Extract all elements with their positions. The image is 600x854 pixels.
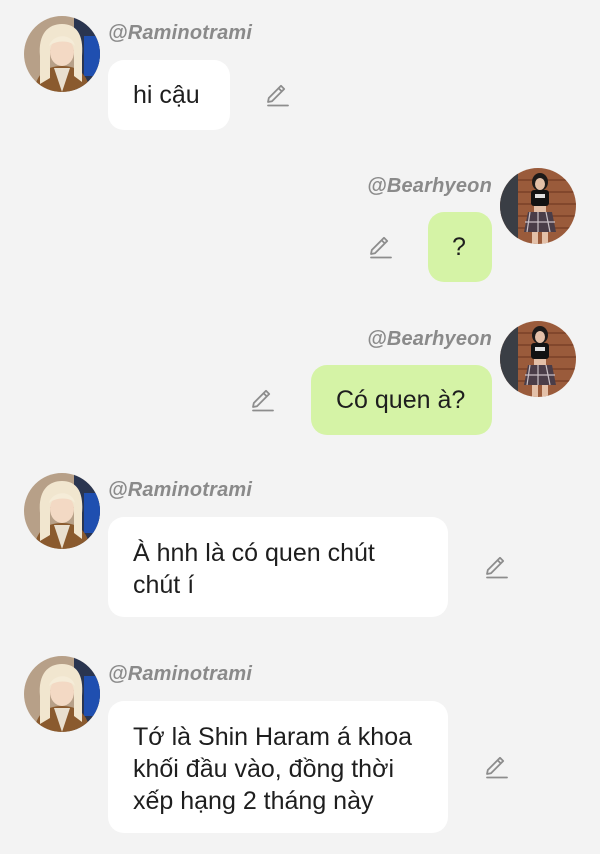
message-bubble[interactable]: À hnh là có quen chút chút í bbox=[108, 517, 448, 617]
sender-name: @Raminotrami bbox=[108, 22, 253, 44]
message-text: Tớ là Shin Haram á khoa khối đầu vào, đồ… bbox=[133, 723, 413, 815]
edit-icon[interactable] bbox=[482, 753, 510, 781]
avatar-bearhyeon[interactable] bbox=[500, 168, 576, 244]
edit-icon[interactable] bbox=[482, 553, 510, 581]
message-text: ? bbox=[452, 233, 466, 261]
avatar-raminotrami[interactable] bbox=[24, 656, 100, 732]
message-bubble[interactable]: Tớ là Shin Haram á khoa khối đầu vào, đồ… bbox=[108, 701, 448, 833]
message-text: Có quen à? bbox=[336, 386, 466, 414]
sender-name: @Bearhyeon bbox=[367, 328, 492, 350]
message-text: hi cậu bbox=[133, 81, 200, 109]
message-text: À hnh là có quen chút chút í bbox=[133, 539, 375, 599]
edit-icon[interactable] bbox=[366, 233, 394, 261]
message-bubble[interactable]: Có quen à? bbox=[311, 365, 492, 435]
sender-name: @Bearhyeon bbox=[367, 175, 492, 197]
avatar-bearhyeon[interactable] bbox=[500, 321, 576, 397]
message-bubble[interactable]: hi cậu bbox=[108, 60, 230, 130]
sender-name: @Raminotrami bbox=[108, 479, 253, 501]
avatar-raminotrami[interactable] bbox=[24, 473, 100, 549]
message-bubble[interactable]: ? bbox=[428, 212, 492, 282]
edit-icon[interactable] bbox=[248, 386, 276, 414]
sender-name: @Raminotrami bbox=[108, 663, 253, 685]
avatar-raminotrami[interactable] bbox=[24, 16, 100, 92]
edit-icon[interactable] bbox=[263, 81, 291, 109]
